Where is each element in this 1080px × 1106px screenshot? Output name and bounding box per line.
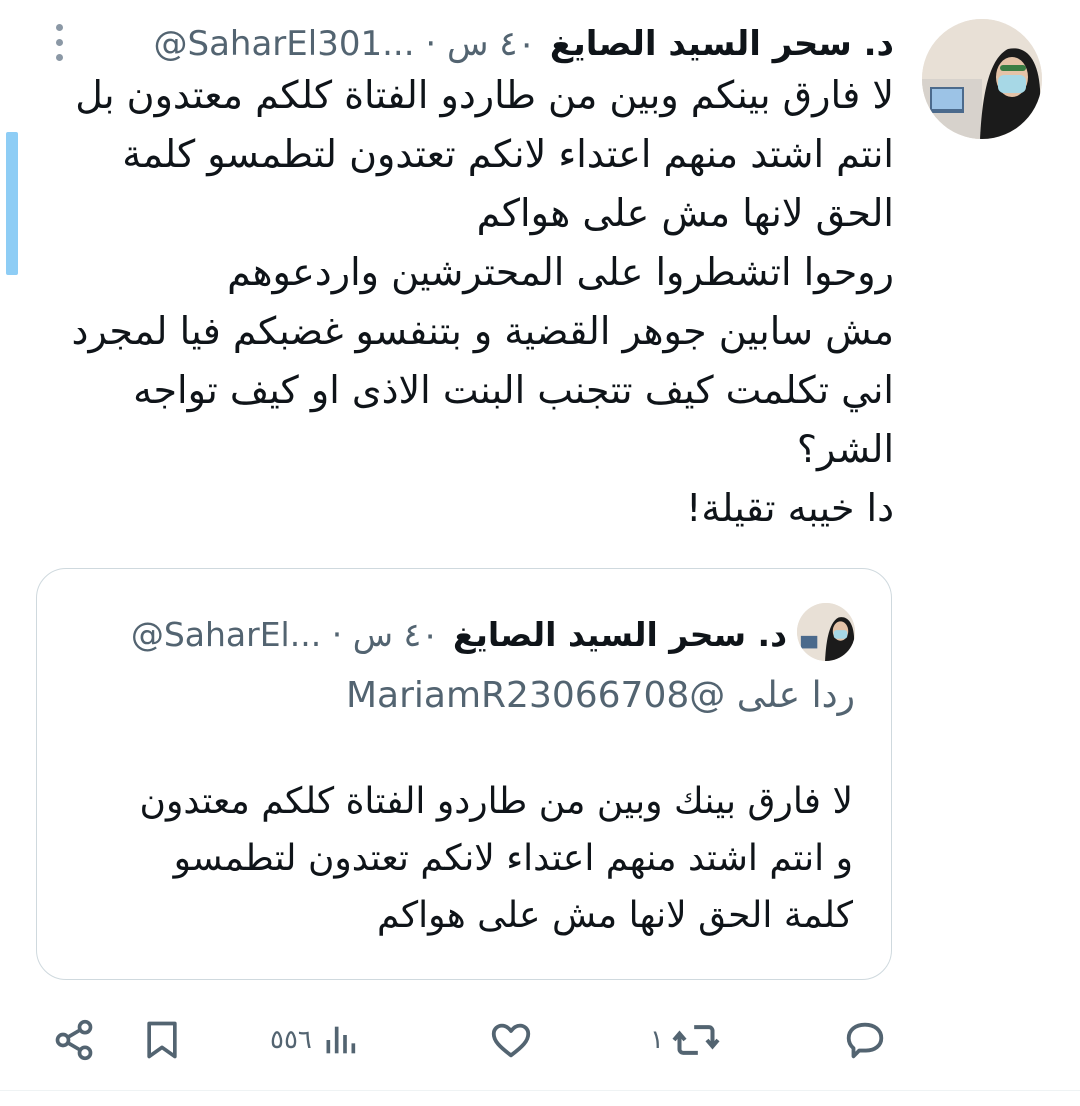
tweet-text-line: روحوا اتشطروا على المحترشين واردعوهم	[227, 250, 894, 294]
tweet-text-line: اني تكلمت كيف تتجنب البنت الاذى او كيف ت…	[133, 368, 894, 412]
share-icon	[55, 1019, 93, 1061]
tweet-text-line: الحق لانها مش على هواكم	[476, 191, 894, 235]
tweet-divider	[0, 1090, 1080, 1091]
bookmark-icon	[147, 1021, 177, 1059]
avatar-photo-icon	[922, 19, 1042, 139]
quoted-tweet-time: ٤٠ س	[352, 614, 439, 654]
quoted-tweet-header: د. سحر السيد الصايغ @SaharEl... · ٤٠ س	[77, 609, 787, 659]
reply-prefix: ردا على	[736, 675, 855, 716]
tweet-action-bar: ٥٥٦ ١	[52, 1010, 894, 1070]
retweet-icon	[672, 1025, 720, 1055]
author-name[interactable]: د. سحر السيد الصايغ	[550, 24, 894, 64]
tweet-time[interactable]: ٤٠ س	[447, 24, 536, 64]
quoted-author-avatar	[797, 603, 855, 661]
views-count: ٥٥٦	[270, 1025, 312, 1055]
bookmark-button[interactable]	[140, 1010, 184, 1070]
tweet-header: د. سحر السيد الصايغ @SaharEl301... · ٤٠ …	[40, 14, 895, 74]
quoted-tweet-card[interactable]: د. سحر السيد الصايغ @SaharEl... · ٤٠ س ر…	[36, 568, 892, 980]
views-button[interactable]: ٥٥٦	[270, 1010, 360, 1070]
author-handle[interactable]: @SaharEl301...	[154, 24, 415, 64]
tweet-text-line: دا خيبه تقيلة!	[686, 486, 894, 530]
quoted-text-line: و انتم اشتد منهم اعتداء لانكم تعتدون لتط…	[173, 838, 853, 879]
meta-separator: ·	[331, 614, 343, 654]
like-icon	[491, 1023, 531, 1058]
quoted-author-handle-time: @SaharEl... · ٤٠ س	[131, 615, 439, 654]
tweet-text-line: الشر؟	[796, 427, 894, 471]
author-handle-time: @SaharEl301... · ٤٠ س	[154, 24, 536, 64]
reply-button[interactable]	[842, 1010, 896, 1070]
tweet-text: لا فارق بينكم وبين من طاردو الفتاة كلكم …	[34, 66, 894, 538]
quoted-text-line: لا فارق بينك وبين من طاردو الفتاة كلكم م…	[139, 781, 853, 822]
tweet-text-line: لا فارق بينكم وبين من طاردو الفتاة كلكم …	[75, 73, 894, 117]
reply-context: ردا على @MariamR23066708	[346, 675, 855, 716]
thread-indicator-bar	[6, 132, 18, 275]
meta-separator: ·	[425, 24, 437, 64]
share-button[interactable]	[52, 1010, 96, 1070]
quoted-author-name: د. سحر السيد الصايغ	[452, 614, 787, 654]
retweet-button[interactable]: ١	[650, 1010, 720, 1070]
retweet-count: ١	[650, 1025, 664, 1055]
tweet-text-line: انتم اشتد منهم اعتداء لانكم تعتدون لتطمس…	[122, 132, 894, 176]
quoted-tweet-text: لا فارق بينك وبين من طاردو الفتاة كلكم م…	[140, 773, 853, 944]
reply-icon	[846, 1022, 884, 1059]
reply-handle[interactable]: @MariamR23066708	[346, 675, 725, 716]
quoted-author-handle: @SaharEl...	[130, 614, 322, 654]
like-button[interactable]	[488, 1010, 542, 1070]
avatar-photo-icon	[797, 603, 855, 661]
quoted-text-line: كلمة الحق لانها مش على هواكم	[377, 895, 853, 936]
views-icon	[326, 1026, 356, 1054]
author-avatar[interactable]	[922, 19, 1042, 139]
tweet-text-line: مش سابين جوهر القضية و بتنفسو غضبكم فيا …	[71, 309, 894, 353]
